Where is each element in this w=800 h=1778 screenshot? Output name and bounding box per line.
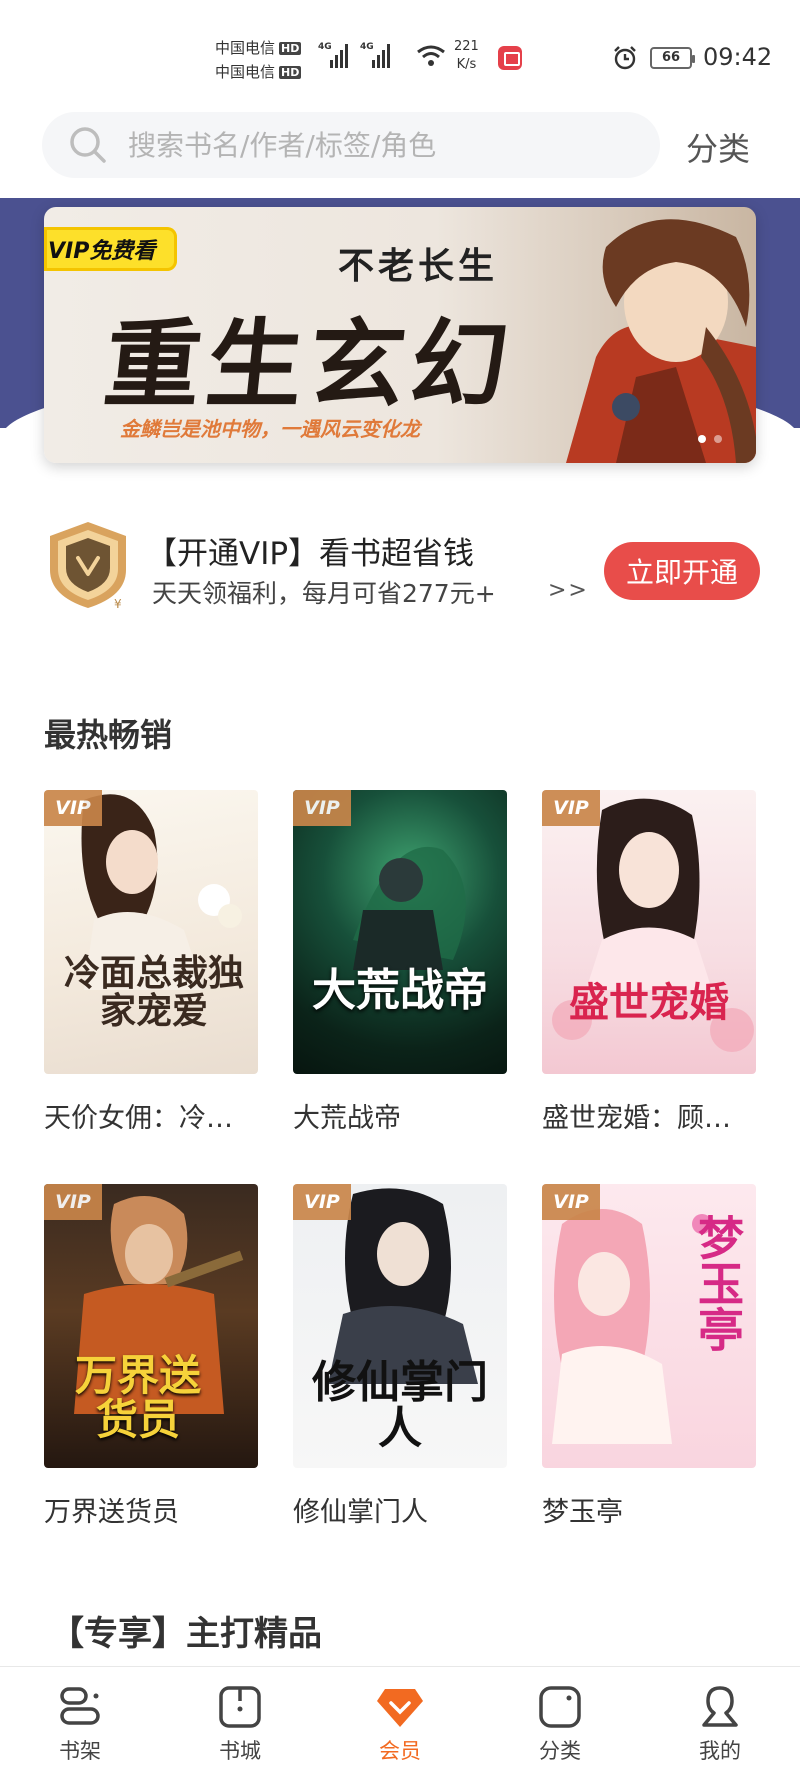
- bookshelf-icon: [60, 1687, 100, 1725]
- nav-item-profile[interactable]: 我的: [640, 1667, 800, 1778]
- book-card[interactable]: VIP 冷面总裁独家宠爱 天价女佣：冷面总裁独家宠爱: [44, 790, 258, 1135]
- book-cover: VIP 修仙掌门人: [293, 1184, 507, 1468]
- nav-item-bookstore[interactable]: 书城: [160, 1667, 320, 1778]
- book-name: 万界送货员: [44, 1497, 179, 1528]
- cover-title: 冷面总裁独家宠爱: [64, 952, 245, 1032]
- hd-badge: HD: [279, 41, 302, 55]
- activate-vip-button[interactable]: 立即开通: [604, 542, 760, 600]
- book-name: 盛世宠婚：顾少的娇蛮小妻: [542, 1103, 756, 1134]
- vip-tag: VIP: [542, 1184, 600, 1220]
- wifi-icon: [417, 45, 445, 66]
- vip-shield-icon: ¥: [50, 522, 126, 611]
- cover-title: 梦玉亭: [691, 1214, 745, 1352]
- cover-title: 盛世宠婚: [569, 979, 729, 1026]
- nav-label: 会员: [379, 1739, 421, 1763]
- vip-tag: VIP: [542, 790, 600, 826]
- signal-icon: 4G: [318, 42, 352, 68]
- vip-tag: VIP: [44, 790, 102, 826]
- book-card[interactable]: VIP 大荒战帝 大荒战帝: [293, 790, 507, 1135]
- carousel-dot: [698, 435, 706, 443]
- speed-unit: K/s: [456, 57, 477, 72]
- nav-label: 分类: [539, 1739, 581, 1763]
- battery-indicator: 66: [650, 47, 695, 69]
- book-card[interactable]: VIP 万界送货员 万界送货员: [44, 1184, 258, 1529]
- book-name: 修仙掌门人: [293, 1497, 428, 1528]
- carrier-info: 中国电信 HD 中国电信 HD: [215, 36, 302, 84]
- carrier-2: 中国电信: [215, 63, 276, 81]
- book-cover: VIP 大荒战帝: [293, 790, 507, 1074]
- banner-slogan: 金鳞岂是池中物，一遇风云变化龙: [120, 417, 420, 441]
- hot-section-title: 最热畅销: [44, 716, 173, 754]
- book-name: 大荒战帝: [293, 1103, 401, 1134]
- membership-diamond-icon: [377, 1689, 423, 1727]
- search-bar[interactable]: [42, 112, 660, 178]
- clock: 09:42: [703, 43, 773, 71]
- alarm-icon: [614, 46, 636, 70]
- vip-free-tag: VIP免费看: [44, 227, 178, 271]
- carousel-indicator: [698, 435, 722, 443]
- nav-item-bookshelf[interactable]: 书架: [0, 1667, 160, 1778]
- cover-illustration: [353, 846, 466, 970]
- cover-illustration: [552, 798, 754, 1052]
- book-cover: VIP 梦玉亭: [542, 1184, 756, 1468]
- nav-label: 我的: [699, 1739, 741, 1763]
- carousel-dot: [714, 435, 722, 443]
- cover-title: 大荒战帝: [312, 965, 488, 1016]
- cover-title: 万界送货员: [74, 1351, 201, 1445]
- search-input[interactable]: [128, 128, 628, 162]
- vip-promo-arrow[interactable]: >>: [548, 578, 589, 603]
- banner-hero-illustration: [566, 219, 756, 463]
- signal-icon: 4G: [360, 42, 394, 68]
- vip-tag: VIP: [293, 1184, 351, 1220]
- network-type-label: 4G: [360, 42, 374, 52]
- exclusive-section-title: 【专享】主打精品: [50, 1614, 322, 1654]
- book-card[interactable]: VIP 盛世宠婚 盛世宠婚：顾少的娇蛮小妻: [542, 790, 756, 1135]
- speed-value: 221: [454, 39, 479, 54]
- book-card[interactable]: VIP 修仙掌门人 修仙掌门人: [293, 1184, 507, 1529]
- promo-banner[interactable]: VIP免费看 不老长生 重生玄幻 金鳞岂是池中物，一遇风云变化龙: [44, 207, 756, 463]
- notification-app-icon: [498, 46, 522, 70]
- svg-text:¥: ¥: [114, 597, 122, 611]
- cover-title: 修仙掌门人: [312, 1357, 488, 1455]
- nav-label: 书架: [59, 1739, 101, 1763]
- profile-icon: [702, 1686, 738, 1727]
- nav-label: 书城: [219, 1739, 261, 1763]
- book-card[interactable]: VIP 梦玉亭 梦玉亭: [542, 1184, 756, 1529]
- nav-item-membership[interactable]: 会员: [320, 1667, 480, 1778]
- book-name: 天价女佣：冷面总裁独家宠爱: [44, 1103, 258, 1134]
- network-speed: 221 K/s: [454, 38, 479, 74]
- status-bar: 中国电信 HD 中国电信 HD 4G 4G 221 K/s 66 09:42: [0, 0, 800, 110]
- network-type-label: 4G: [318, 42, 332, 52]
- hd-badge: HD: [279, 65, 302, 79]
- category-icon: [539, 1686, 581, 1728]
- category-link[interactable]: 分类: [686, 124, 750, 170]
- vip-tag: VIP: [44, 1184, 102, 1220]
- vip-promo-description: 天天领福利，每月可省277元+: [152, 579, 496, 608]
- banner-title: 重生玄幻: [99, 308, 520, 421]
- book-name: 梦玉亭: [542, 1497, 623, 1528]
- bottom-navigation: 书架 书城 会员 分类 我的: [0, 1666, 800, 1778]
- vip-promo-title: 【开通VIP】看书超省钱: [146, 536, 475, 572]
- bookstore-icon: [219, 1686, 261, 1728]
- book-cover: VIP 盛世宠婚: [542, 790, 756, 1074]
- book-cover: VIP 万界送货员: [44, 1184, 258, 1468]
- banner-subtitle: 不老长生: [338, 245, 499, 287]
- carrier-1: 中国电信: [215, 39, 276, 57]
- nav-item-category[interactable]: 分类: [480, 1667, 640, 1778]
- vip-tag: VIP: [293, 790, 351, 826]
- signal-icons: 4G 4G: [318, 42, 394, 68]
- search-icon: [70, 127, 106, 163]
- book-cover: VIP 冷面总裁独家宠爱: [44, 790, 258, 1074]
